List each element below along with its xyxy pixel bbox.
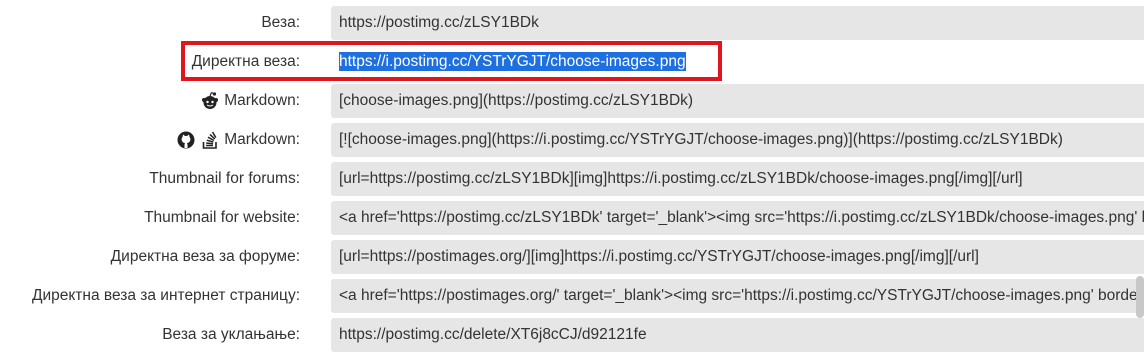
row-thumbnail-website: Thumbnail for website: <a href='https://…	[0, 201, 1144, 235]
row-label: Thumbnail for forums:	[149, 170, 300, 187]
row-thumbnail-forums: Thumbnail for forums: [url=https://posti…	[0, 162, 1144, 196]
scroll-thumb[interactable]	[1136, 276, 1144, 318]
direct-link-field[interactable]: https://i.postimg.cc/YSTrYGJT/choose-ima…	[331, 45, 1144, 79]
row-label: Директна веза за интернет страницу:	[31, 287, 300, 304]
reddit-icon	[202, 91, 219, 109]
selected-text: https://i.postimg.cc/YSTrYGJT/choose-ima…	[339, 52, 686, 71]
row-link: Веза: https://postimg.cc/zLSY1BDk	[0, 6, 1144, 40]
stackoverflow-icon	[202, 131, 217, 149]
direct-forums-field[interactable]: [url=https://postimages.org/][img]https:…	[331, 240, 1144, 274]
row-direct-website: Директна веза за интернет страницу: <a h…	[0, 279, 1144, 313]
removal-link-field[interactable]: https://postimg.cc/delete/XT6j8cCJ/d9212…	[331, 318, 1144, 352]
thumbnail-website-field[interactable]: <a href='https://postimg.cc/zLSY1BDk' ta…	[331, 201, 1144, 235]
row-direct-forums: Директна веза за форуме: [url=https://po…	[0, 240, 1144, 274]
row-label: Веза за уклањање:	[162, 326, 300, 343]
row-direct-link: Директна веза: https://i.postimg.cc/YSTr…	[0, 45, 1144, 79]
row-label: Веза:	[261, 14, 300, 31]
row-label: Markdown:	[200, 84, 300, 118]
github-icon	[177, 131, 195, 149]
row-removal-link: Веза за уклањање: https://postimg.cc/del…	[0, 318, 1144, 352]
row-label: Директна веза за форуме:	[110, 248, 300, 265]
markdown-github-field[interactable]: [![choose-images.png](https://i.postimg.…	[331, 123, 1144, 157]
row-label: Thumbnail for website:	[144, 209, 300, 226]
direct-website-field[interactable]: <a href='https://postimages.org/' target…	[331, 279, 1144, 313]
thumbnail-forums-field[interactable]: [url=https://postimg.cc/zLSY1BDk][img]ht…	[331, 162, 1144, 196]
row-markdown-reddit: Markdown: [choose-images.png](https://po…	[0, 84, 1144, 118]
row-markdown-github: Markdown: [![choose-images.png](https://…	[0, 123, 1144, 157]
row-label: Директна веза:	[191, 53, 300, 70]
link-field[interactable]: https://postimg.cc/zLSY1BDk	[331, 6, 1144, 40]
markdown-reddit-field[interactable]: [choose-images.png](https://postimg.cc/z…	[331, 84, 1144, 118]
row-label: Markdown:	[176, 123, 300, 157]
